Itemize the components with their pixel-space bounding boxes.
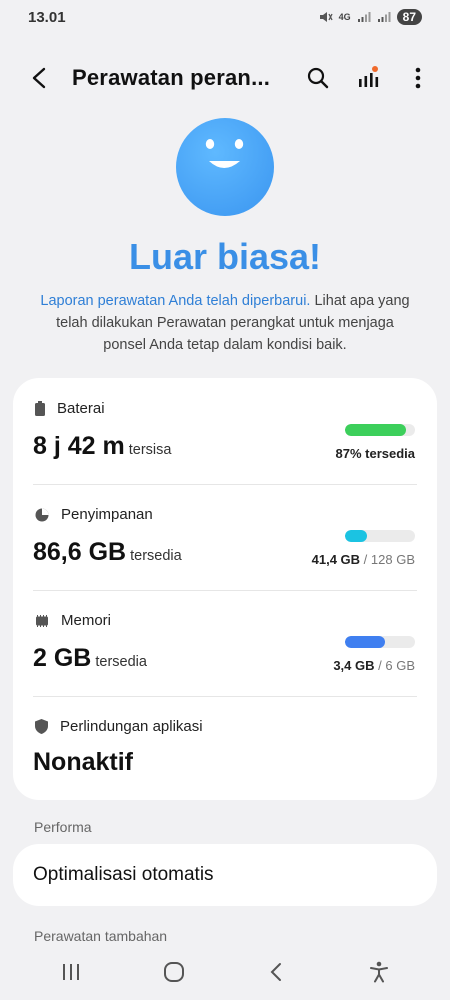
home-icon[interactable] — [156, 954, 192, 990]
battery-row[interactable]: Baterai 8 j 42 m tersisa 87% tersedia — [13, 378, 437, 484]
memory-chip-icon — [36, 614, 48, 627]
battery-label: Baterai — [57, 400, 105, 417]
back-arrow-icon[interactable] — [26, 64, 54, 92]
smiley-face-icon — [176, 118, 274, 216]
battery-time-value: 8 j 42 m — [33, 432, 125, 460]
accessibility-icon[interactable] — [361, 954, 397, 990]
extra-care-section-title: Perawatan tambahan — [34, 928, 168, 944]
storage-value: 86,6 GB — [33, 538, 127, 566]
notification-dot — [372, 66, 378, 72]
storage-total: 128 GB — [370, 552, 415, 567]
shield-icon — [35, 719, 48, 734]
app-protection-label: Perlindungan aplikasi — [60, 718, 203, 735]
storage-bar-fill — [345, 530, 368, 542]
battery-suffix: tersisa — [128, 442, 172, 458]
status-time: 13.01 — [28, 8, 66, 26]
memory-suffix: tersedia — [95, 654, 147, 670]
report-updated-link[interactable]: Laporan perawatan Anda telah diperbarui. — [40, 293, 310, 309]
storage-separator: / — [363, 552, 371, 567]
hero-title: Luar biasa! — [128, 236, 322, 277]
signal-icon — [357, 12, 371, 22]
storage-suffix: tersedia — [130, 548, 182, 564]
app-header: Perawatan peran... — [0, 52, 450, 104]
storage-bar — [345, 530, 415, 542]
memory-row[interactable]: Memori 2 GB tersedia 3,4 GB / 6 GB — [13, 590, 437, 696]
battery-available: 87% tersedia — [335, 446, 416, 461]
header-actions — [304, 64, 432, 92]
mute-icon — [319, 12, 333, 22]
memory-total: 6 GB — [385, 658, 415, 673]
search-icon[interactable] — [304, 64, 332, 92]
status-card: Baterai 8 j 42 m tersisa 87% tersedia Pe… — [13, 378, 437, 800]
storage-pie-icon — [35, 508, 49, 521]
battery-bar-fill — [345, 424, 406, 436]
auto-optimization-card[interactable]: Optimalisasi otomatis — [13, 844, 437, 906]
battery-icon — [35, 401, 45, 416]
status-icons: 4G 87 — [319, 9, 422, 25]
status-bar: 13.01 4G 87 — [0, 0, 450, 34]
bar-chart-icon[interactable] — [354, 64, 382, 92]
battery-indicator: 87 — [396, 9, 422, 25]
system-nav-bar — [0, 952, 450, 992]
memory-label: Memori — [61, 612, 112, 629]
network-type-label: 4G — [338, 12, 351, 22]
memory-bar-fill — [345, 636, 385, 648]
nav-back-icon[interactable] — [258, 954, 294, 990]
memory-used: 3,4 GB — [333, 658, 375, 673]
auto-optimization-label: Optimalisasi otomatis — [33, 864, 214, 885]
performance-section-title: Performa — [34, 819, 92, 835]
storage-row[interactable]: Penyimpanan 86,6 GB tersedia 41,4 GB / 1… — [13, 484, 437, 590]
battery-bar — [345, 424, 415, 436]
memory-value: 2 GB — [33, 644, 92, 672]
recent-apps-icon[interactable] — [53, 954, 89, 990]
app-protection-row[interactable]: Perlindungan aplikasi Nonaktif — [13, 696, 437, 802]
storage-used: 41,4 GB — [311, 552, 361, 567]
more-vert-icon[interactable] — [404, 64, 432, 92]
storage-label: Penyimpanan — [61, 506, 153, 523]
app-protection-status: Nonaktif — [33, 748, 133, 776]
hero-description: Laporan perawatan Anda telah diperbarui.… — [40, 290, 410, 356]
memory-bar — [345, 636, 415, 648]
page-title: Perawatan peran... — [72, 65, 271, 90]
signal-icon-2 — [377, 12, 391, 22]
